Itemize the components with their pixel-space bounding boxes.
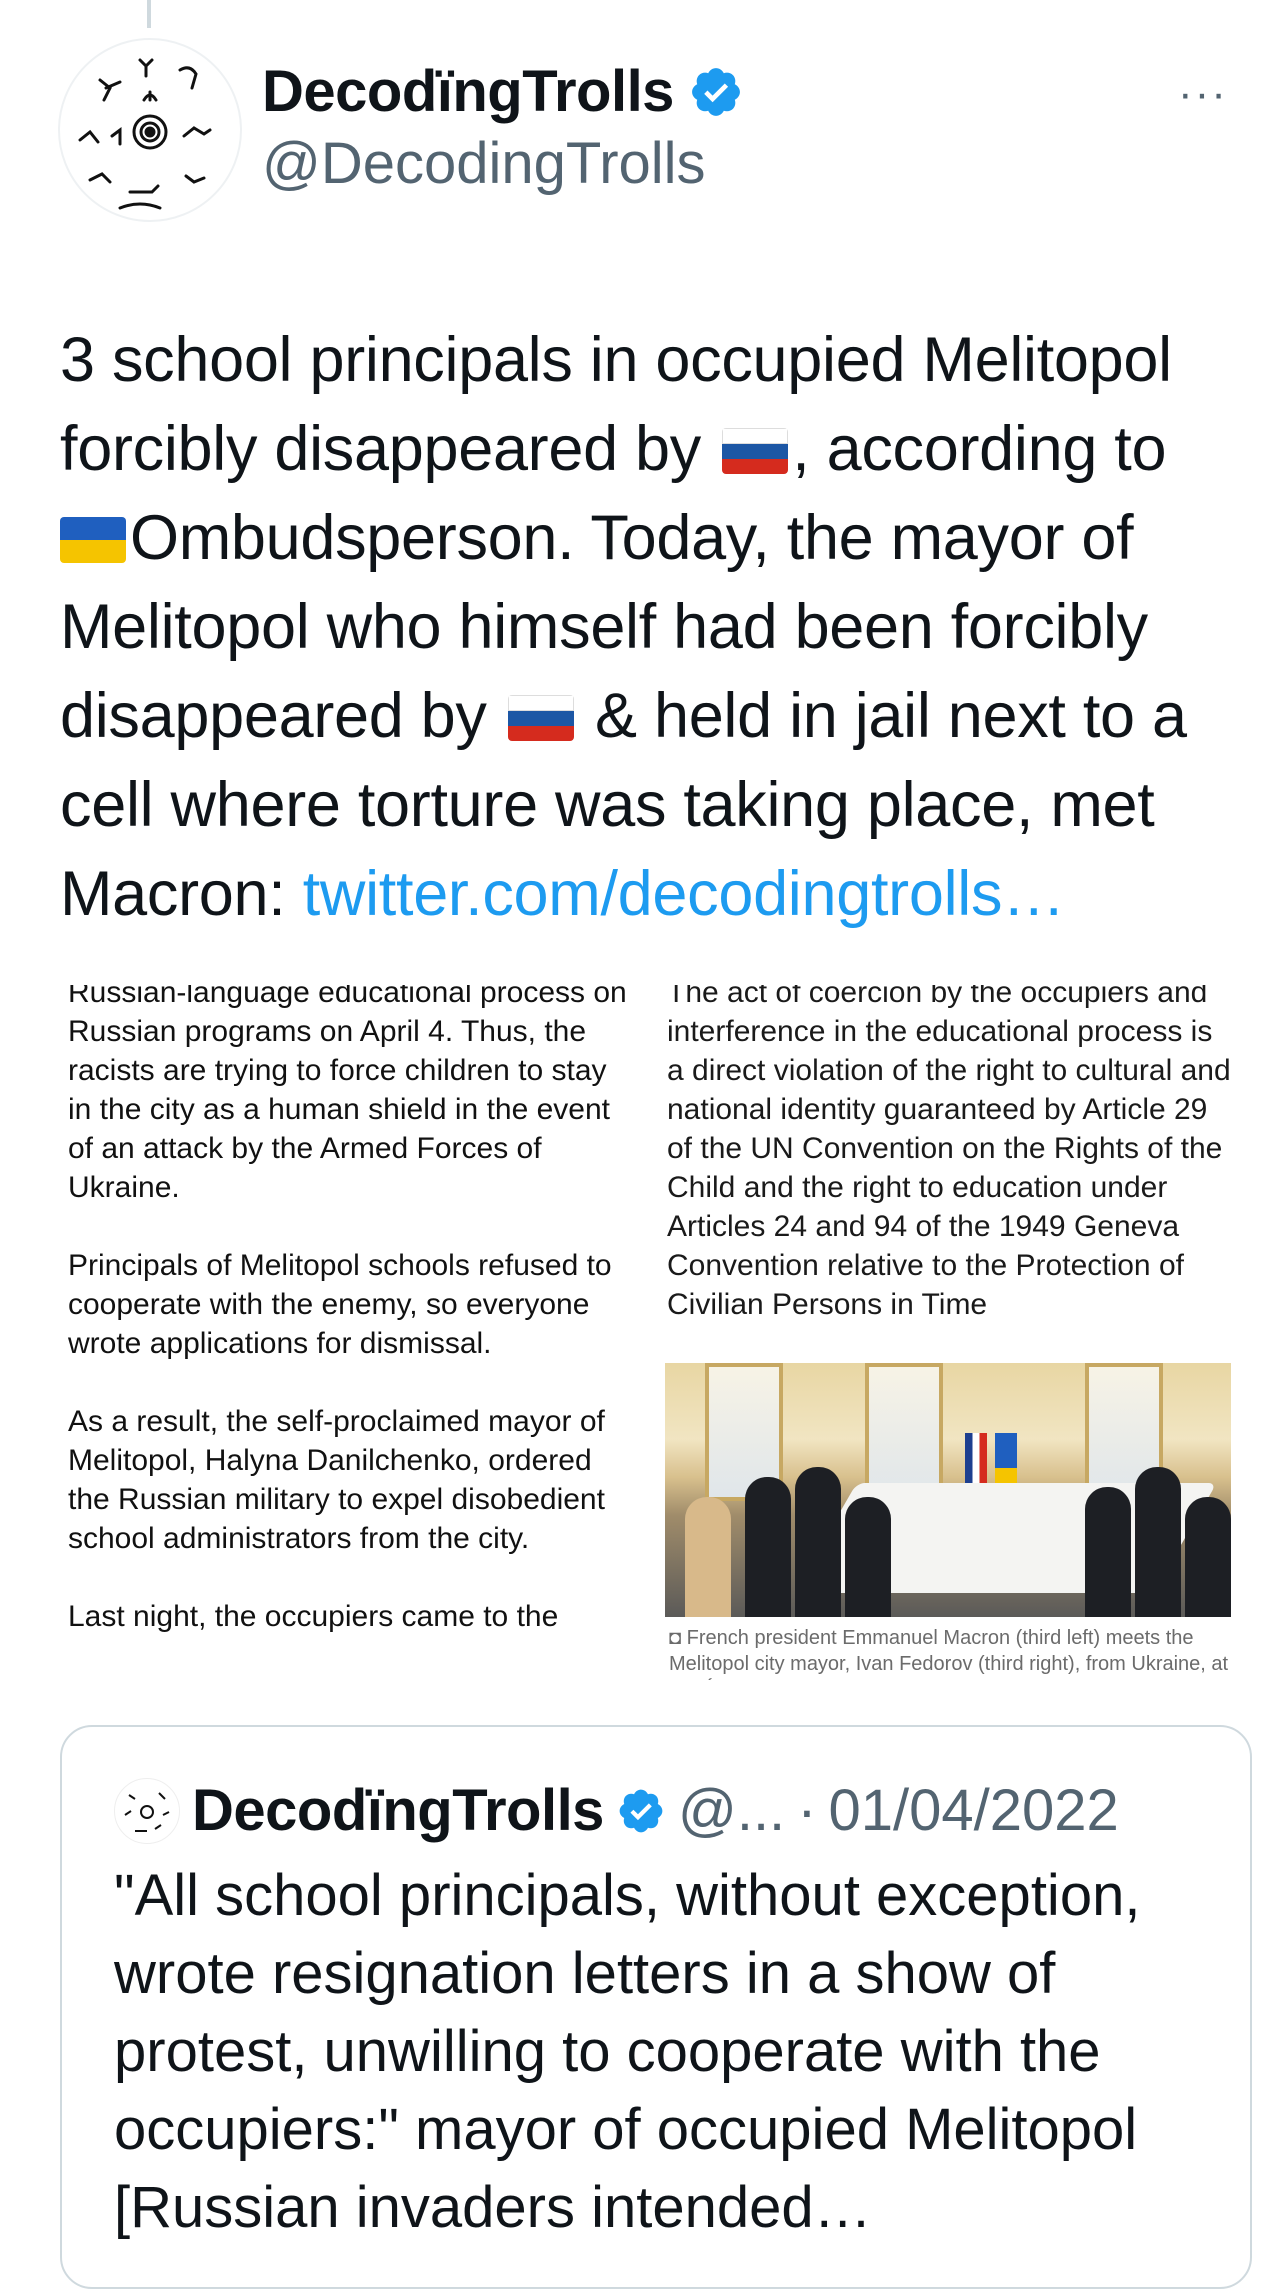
document-paragraph: Principals of Melitopol schools refused … (68, 1249, 612, 1360)
author-avatar[interactable] (58, 38, 242, 222)
tweet-line: cell where torture was taking place, met (60, 770, 1155, 840)
photo-caption: ◘ French president Emmanuel Macron (thir… (669, 1627, 1229, 1680)
quoted-author-display-name: DecodïngTrolls (192, 1778, 604, 1843)
quoted-author-avatar (114, 1777, 180, 1844)
meta-separator: · (797, 1778, 817, 1843)
quoted-author-handle: @... (677, 1778, 786, 1843)
quoted-tweet-card[interactable]: DecodïngTrolls @... · 01/04/2022 "All sc… (60, 1725, 1252, 2289)
quoted-tweet-date: 01/04/2022 (828, 1778, 1119, 1843)
camera-icon: ◘ (669, 1627, 687, 1649)
tweet-line: Melitopol who himself had been forcibly (60, 592, 1148, 662)
document-paragraph: Russian-language educational process on … (68, 985, 627, 1204)
tweet-media[interactable]: Russian-language educational process on … (60, 985, 1240, 1680)
tweet-link[interactable]: twitter.com/decodingtrolls… (303, 859, 1066, 929)
ukraine-flag-icon (60, 517, 126, 563)
author-display-name-row[interactable]: DecodïngTrolls (262, 58, 744, 125)
meeting-photo (665, 1363, 1231, 1617)
document-paragraph: As a result, the self-proclaimed mayor o… (68, 1405, 605, 1555)
document-paragraph: Last night, the occupiers came to the (68, 1600, 559, 1633)
media-image-left[interactable]: Russian-language educational process on … (60, 985, 643, 1680)
russia-flag-icon (507, 695, 574, 741)
tweet-line: Ombudsperson. Today, the mayor of (60, 494, 1240, 583)
document-screenshot-text: Russian-language educational process on … (68, 985, 638, 1675)
tweet-line: Macron: twitter.com/decodingtrolls… (60, 859, 1066, 929)
media-image-right[interactable]: The act of coercion by the occupiers and… (657, 985, 1240, 1680)
russia-flag-icon (722, 428, 789, 474)
verified-badge-icon (619, 1789, 663, 1832)
quoted-tweet-text: "All school principals, without exceptio… (114, 1863, 1141, 2240)
thread-connector-line (147, 0, 151, 28)
more-options-button[interactable]: ··· (1178, 72, 1228, 116)
tweet-text: 3 school principals in occupied Melitopo… (60, 316, 1240, 939)
petroglyph-symbols-avatar-icon (78, 58, 212, 210)
tweet-line: forcibly disappeared by , according to (60, 414, 1167, 484)
verified-badge-icon (692, 67, 740, 116)
tweet-line: disappeared by & held in jail next to a (60, 681, 1187, 751)
author-handle[interactable]: @DecodingTrolls (262, 130, 706, 197)
quoted-tweet-header: DecodïngTrolls @... · 01/04/2022 (114, 1777, 1119, 1844)
author-display-name[interactable]: DecodïngTrolls (262, 58, 674, 125)
tweet-line: 3 school principals in occupied Melitopo… (60, 325, 1172, 395)
petroglyph-symbols-avatar-icon (124, 1791, 170, 1832)
article-screenshot-text: The act of coercion by the occupiers and… (667, 985, 1231, 1321)
